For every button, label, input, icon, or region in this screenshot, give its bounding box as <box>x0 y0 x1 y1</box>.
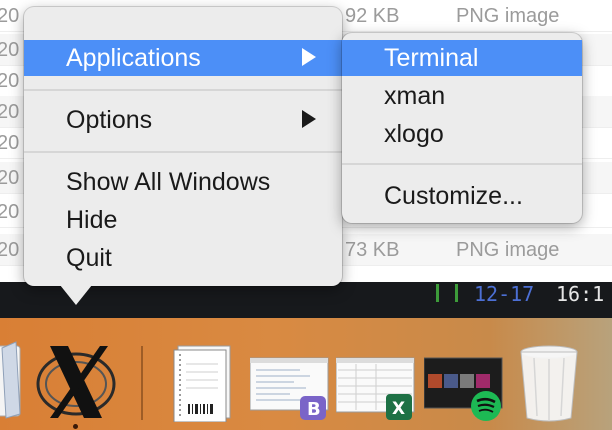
file-date: 20 <box>0 101 20 123</box>
svg-text:B: B <box>307 399 321 420</box>
submenu-arrow-icon <box>302 110 316 128</box>
file-date: 20 <box>0 70 20 92</box>
submenu-arrow-icon <box>302 48 316 66</box>
menu-item-quit[interactable]: Quit <box>24 240 342 276</box>
running-indicator <box>73 424 78 429</box>
submenu-item-label: Terminal <box>384 44 479 72</box>
svg-text:X: X <box>392 399 405 419</box>
menu-pointer <box>60 285 92 305</box>
submenu-item-terminal[interactable]: Terminal <box>342 40 582 76</box>
file-date: 20 <box>0 5 20 27</box>
document-icon[interactable] <box>168 342 234 423</box>
file-kind: PNG image <box>456 239 560 261</box>
file-date: 20 <box>0 239 20 261</box>
menu-item-applications[interactable]: Applications <box>24 40 342 76</box>
file-size: 73 KB <box>345 239 400 261</box>
dock-context-menu: Applications Options Show All Windows Hi… <box>24 7 342 286</box>
menu-item-label: Show All Windows <box>66 168 271 196</box>
file-size: 92 KB <box>345 5 400 27</box>
terminal-bracket <box>436 284 439 302</box>
trash-icon[interactable] <box>518 344 580 424</box>
submenu-item-xman[interactable]: xman <box>342 78 582 114</box>
submenu-item-xlogo[interactable]: xlogo <box>342 116 582 152</box>
applications-submenu: Terminal xman xlogo Customize... <box>342 33 582 223</box>
terminal-date: 12-17 <box>474 282 535 306</box>
menu-item-label: Hide <box>66 206 118 234</box>
menu-item-show-all-windows[interactable]: Show All Windows <box>24 164 342 200</box>
x11-icon[interactable] <box>36 340 116 422</box>
pencil-icon[interactable] <box>0 338 22 424</box>
menu-separator <box>24 151 342 153</box>
submenu-item-label: Customize... <box>384 182 523 210</box>
menu-item-hide[interactable]: Hide <box>24 202 342 238</box>
menu-item-label: Applications <box>66 44 201 72</box>
menu-item-label: Quit <box>66 244 112 272</box>
file-date: 20 <box>0 167 20 189</box>
excel-icon[interactable]: X <box>335 356 418 422</box>
file-date: 20 <box>0 201 20 223</box>
menu-item-label: Options <box>66 106 153 134</box>
menu-separator <box>342 163 582 165</box>
menu-item-options[interactable]: Options <box>24 102 342 138</box>
file-date: 20 <box>0 132 20 154</box>
menu-separator <box>24 89 342 91</box>
terminal-time: 16:1 <box>556 282 605 306</box>
submenu-item-customize[interactable]: Customize... <box>342 178 582 214</box>
spotify-icon[interactable] <box>423 356 504 422</box>
dock-separator <box>141 346 143 420</box>
file-kind: PNG image <box>456 5 560 27</box>
terminal-bracket <box>455 284 458 302</box>
bbedit-icon[interactable]: B <box>249 356 330 422</box>
file-date: 20 <box>0 39 20 61</box>
submenu-item-label: xman <box>384 82 446 110</box>
submenu-item-label: xlogo <box>384 120 444 148</box>
